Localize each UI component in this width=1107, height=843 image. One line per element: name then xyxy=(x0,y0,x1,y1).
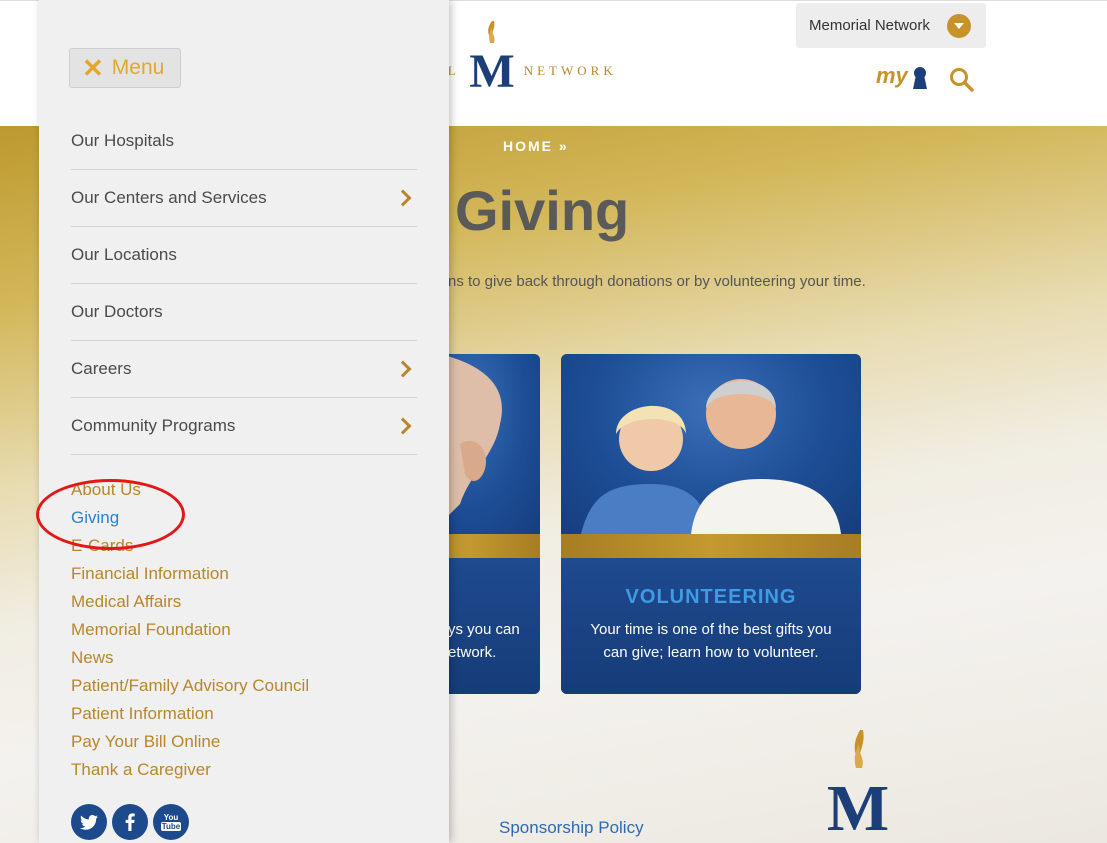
svg-text:M: M xyxy=(469,45,514,89)
network-dropdown-label: Memorial Network xyxy=(809,17,930,34)
menu-button-label: Menu xyxy=(111,56,165,79)
primary-nav: Our Hospitals Our Centers and Services O… xyxy=(71,113,417,455)
nav-item-label: Our Locations xyxy=(71,245,177,264)
chevron-down-icon xyxy=(947,14,971,38)
keyhole-icon[interactable] xyxy=(912,67,928,89)
close-icon: ✕ xyxy=(82,53,104,83)
youtube-glyph-top: You xyxy=(163,813,179,822)
nav-item-our-locations[interactable]: Our Locations xyxy=(71,227,417,284)
annotation-circle xyxy=(36,479,185,550)
link-pay-your-bill-online[interactable]: Pay Your Bill Online xyxy=(71,731,309,759)
link-medical-affairs[interactable]: Medical Affairs xyxy=(71,591,309,619)
close-menu-button[interactable]: ✕ Menu xyxy=(69,48,181,88)
breadcrumb[interactable]: HOME » xyxy=(503,138,569,154)
card-desc-line: ys you can xyxy=(448,621,520,638)
svg-text:M: M xyxy=(827,772,889,843)
sponsorship-policy-link[interactable]: Sponsorship Policy xyxy=(499,818,644,838)
nav-item-our-doctors[interactable]: Our Doctors xyxy=(71,284,417,341)
chevron-right-icon[interactable] xyxy=(394,360,412,378)
chevron-right-icon[interactable] xyxy=(394,189,412,207)
card-desc-line: can give; learn how to volunteer. xyxy=(603,644,819,661)
nav-item-community-programs[interactable]: Community Programs xyxy=(71,398,417,455)
link-news[interactable]: News xyxy=(71,647,309,675)
couple-image xyxy=(581,379,841,534)
youtube-glyph-bottom: Tube xyxy=(160,822,182,831)
volunteers-photo xyxy=(561,354,861,534)
link-patient-family-advisory-council[interactable]: Patient/Family Advisory Council xyxy=(71,675,309,703)
link-memorial-foundation[interactable]: Memorial Foundation xyxy=(71,619,309,647)
card-description: Your time is one of the best gifts you c… xyxy=(561,618,861,664)
nav-item-label: Our Centers and Services xyxy=(71,188,267,207)
nav-item-label: Careers xyxy=(71,359,132,378)
card-desc-line: etwork. xyxy=(448,644,497,661)
link-patient-information[interactable]: Patient Information xyxy=(71,703,309,731)
chevron-right-icon[interactable] xyxy=(394,417,412,435)
menu-panel: ✕ Menu Our Hospitals Our Centers and Ser… xyxy=(36,0,449,843)
my-account-link[interactable]: my xyxy=(876,63,908,89)
nav-item-label: Our Doctors xyxy=(71,302,163,321)
intro-text: ns to give back through donations or by … xyxy=(448,273,866,290)
link-thank-a-caregiver[interactable]: Thank a Caregiver xyxy=(71,759,309,787)
search-icon[interactable] xyxy=(949,67,975,93)
page-title: Giving xyxy=(455,179,630,242)
volunteering-card[interactable]: VOLUNTEERING Your time is one of the bes… xyxy=(561,354,861,694)
memorial-m-logo-icon: M xyxy=(469,21,514,89)
twitter-icon[interactable] xyxy=(71,804,107,840)
nav-item-careers[interactable]: Careers xyxy=(71,341,417,398)
link-financial-information[interactable]: Financial Information xyxy=(71,563,309,591)
logo-word-right: NETWORK xyxy=(523,63,617,78)
card-title: VOLUNTEERING xyxy=(625,586,797,608)
nav-item-label: Community Programs xyxy=(71,416,236,435)
nav-item-label: Our Hospitals xyxy=(71,131,174,150)
footer-m-logo-icon: M xyxy=(827,730,889,843)
nav-item-our-hospitals[interactable]: Our Hospitals xyxy=(71,113,417,170)
card-stripe xyxy=(561,534,861,558)
card-desc-line: Your time is one of the best gifts you xyxy=(590,621,832,638)
youtube-icon[interactable]: You Tube xyxy=(153,804,189,840)
memorial-network-dropdown[interactable]: Memorial Network xyxy=(796,3,986,48)
nav-item-our-centers-and-services[interactable]: Our Centers and Services xyxy=(71,170,417,227)
facebook-icon[interactable] xyxy=(112,804,148,840)
